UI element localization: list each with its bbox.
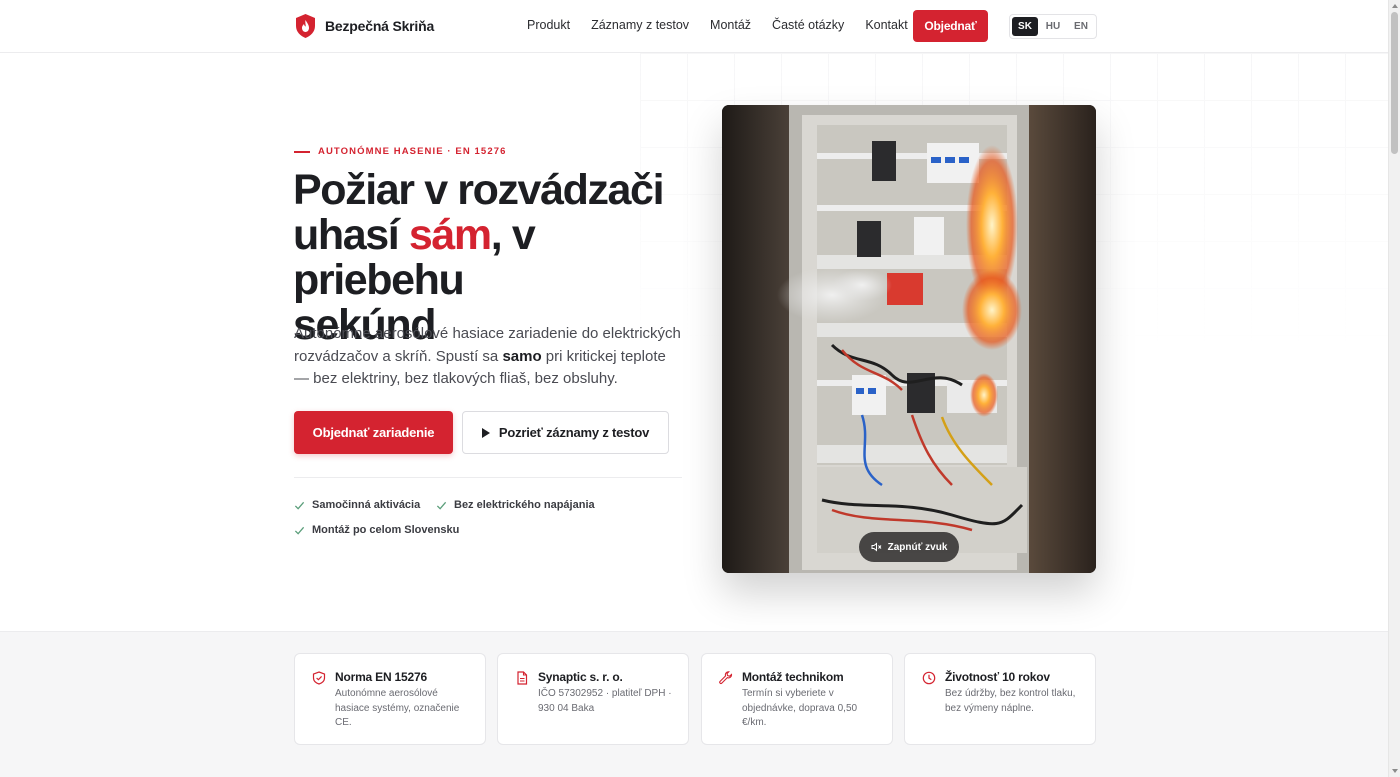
card-title: Synaptic s. r. o. <box>538 670 623 684</box>
hero-lead: Autonómne aerosólové hasiace zariadenie … <box>294 323 684 391</box>
lang-hu[interactable]: HU <box>1040 17 1066 36</box>
unmute-button[interactable]: Zapnúť zvuk <box>859 532 959 562</box>
language-switcher: SK HU EN <box>1009 14 1097 39</box>
card-title: Montáž technikom <box>742 670 844 684</box>
feature-label: Montáž po celom Slovensku <box>312 524 460 536</box>
site-header: Bezpečná Skriňa Produkt Záznamy z testov… <box>0 0 1388 53</box>
info-card-company: Synaptic s. r. o. IČO 57302952 · platite… <box>497 653 689 745</box>
headline-line-1: Požiar v rozvádzači <box>293 166 665 214</box>
info-card-installation: Montáž technikom Termín si vyberiete v o… <box>701 653 893 745</box>
card-text: IČO 57302952 · platiteľ DPH · 930 04 Bak… <box>538 688 672 714</box>
check-icon <box>436 501 447 510</box>
feature-item: Montáž po celom Slovensku <box>294 524 459 536</box>
card-text: Bez údržby, bez kontrol tlaku, bez výmen… <box>945 688 1076 714</box>
play-icon <box>481 427 490 438</box>
scroll-up-arrow-icon[interactable] <box>1392 4 1398 8</box>
shield-check-icon <box>312 671 326 685</box>
electrical-cabinet-fire-video-frame <box>722 105 1096 573</box>
page-scrollbar[interactable] <box>1388 0 1400 777</box>
lang-en[interactable]: EN <box>1068 17 1094 36</box>
card-title: Norma EN 15276 <box>335 670 427 684</box>
check-icon <box>294 526 305 535</box>
card-text: Termín si vyberiete v objednávke, doprav… <box>742 688 858 728</box>
lead-bold: samo <box>502 347 542 365</box>
feature-item: Samočinná aktivácia <box>294 499 420 511</box>
header-order-button[interactable]: Objednať <box>913 10 988 42</box>
headline-accent: sám <box>408 211 492 259</box>
hero-eyebrow: AUTONÓMNE HASENIE · EN 15276 <box>294 146 506 157</box>
feature-item: Bez elektrického napájania <box>436 499 595 511</box>
nav-item-zaznamy[interactable]: Záznamy z testov <box>591 18 689 32</box>
hero-headline: Požiar v rozvádzači uhasí sám, v priebeh… <box>293 168 693 348</box>
brand-logo[interactable]: Bezpečná Skriňa <box>296 14 434 38</box>
feature-label: Samočinná aktivácia <box>312 499 421 511</box>
lang-sk[interactable]: SK <box>1012 17 1038 36</box>
nav-item-faq[interactable]: Časté otázky <box>772 18 844 32</box>
order-device-button[interactable]: Objednať zariadenie <box>294 411 453 454</box>
document-icon <box>517 671 528 685</box>
card-title: Životnosť 10 rokov <box>945 670 1050 684</box>
nav-item-montaz[interactable]: Montáž <box>710 18 751 32</box>
eyebrow-text: AUTONÓMNE HASENIE · EN 15276 <box>318 146 507 157</box>
eyebrow-line <box>294 150 310 153</box>
clock-icon <box>922 671 936 685</box>
test-video-player[interactable]: Zapnúť zvuk <box>722 105 1096 573</box>
speaker-muted-icon <box>871 542 881 552</box>
unmute-label: Zapnúť zvuk <box>887 541 948 553</box>
info-card-norma: Norma EN 15276 Autonómne aerosólové hasi… <box>294 653 486 745</box>
wrench-icon <box>719 671 733 684</box>
shield-flame-icon <box>296 14 315 38</box>
brand-name: Bezpečná Skriňa <box>325 18 435 34</box>
info-card-lifetime: Životnosť 10 rokov Bez údržby, bez kontr… <box>904 653 1096 745</box>
view-tests-button[interactable]: Pozrieť záznamy z testov <box>462 411 669 454</box>
info-band <box>0 631 1388 777</box>
hero-divider <box>294 477 682 478</box>
check-icon <box>294 501 305 510</box>
card-text: Autonómne aerosólové hasiace systémy, oz… <box>335 688 460 728</box>
scrollbar-thumb[interactable] <box>1391 12 1398 154</box>
scroll-down-arrow-icon[interactable] <box>1392 769 1398 773</box>
headline-line-2-pre: uhasí <box>293 211 409 259</box>
nav-item-produkt[interactable]: Produkt <box>527 18 570 32</box>
nav-item-kontakt[interactable]: Kontakt <box>865 18 907 32</box>
feature-label: Bez elektrického napájania <box>454 499 595 511</box>
view-tests-label: Pozrieť záznamy z testov <box>498 425 650 440</box>
main-nav: Produkt Záznamy z testov Montáž Časté ot… <box>527 18 908 32</box>
